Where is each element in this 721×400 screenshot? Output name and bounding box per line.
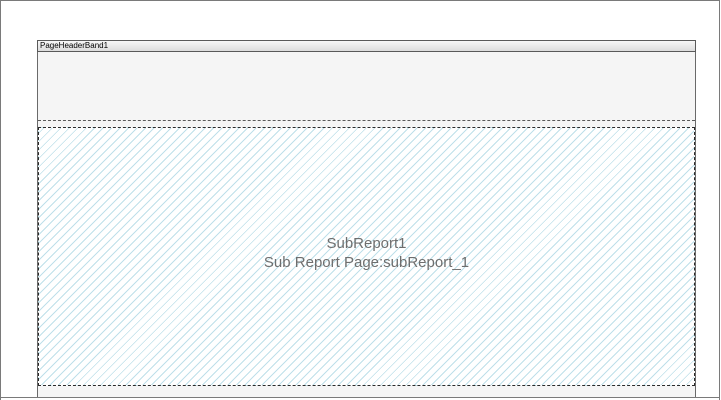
report-designer-canvas: PageHeaderBand1 SubReport1 Sub Report Pa… [0, 0, 721, 400]
report-page-bottom-edge [0, 397, 720, 398]
subreport-component[interactable]: SubReport1 Sub Report Page:subReport_1 [38, 127, 695, 386]
band-bottom-area [37, 386, 696, 397]
band-header-label: PageHeaderBand1 [40, 41, 109, 50]
page-header-band-title-bar[interactable]: PageHeaderBand1 [37, 40, 696, 52]
subreport-name: SubReport1 [326, 235, 407, 252]
subreport-page-label: Sub Report Page:subReport_1 [263, 254, 470, 271]
report-page-left-edge [0, 0, 1, 400]
band-dashed-separator [38, 120, 695, 121]
